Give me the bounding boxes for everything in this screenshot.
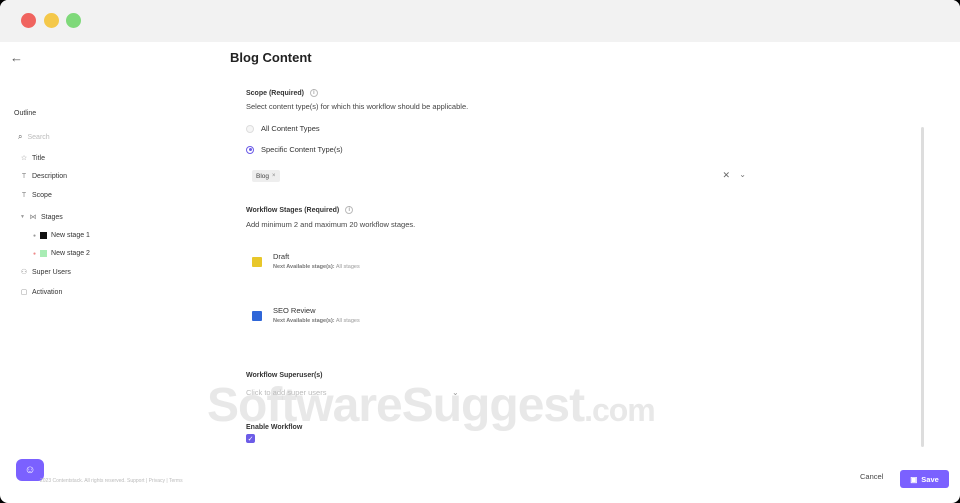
chat-bot-icon: ☺ bbox=[24, 464, 36, 476]
footer-note: 2023 Contentstack. All rights reserved. … bbox=[40, 478, 183, 484]
scrollbar[interactable] bbox=[921, 127, 924, 447]
stage-next-available: Next Available stage(s): All stages bbox=[273, 318, 360, 324]
page-title: Blog Content bbox=[230, 50, 312, 65]
stage-name: Draft bbox=[273, 252, 290, 261]
outline-item-super-users[interactable]: ⚇ Super Users bbox=[20, 268, 71, 277]
outline-search-input[interactable]: Search bbox=[27, 134, 49, 141]
stage-color-swatch[interactable] bbox=[252, 311, 262, 321]
star-icon: ☆ bbox=[20, 155, 28, 162]
stage-color-swatch bbox=[40, 232, 48, 239]
search-icon: ⌕ bbox=[18, 132, 23, 141]
info-icon[interactable]: i bbox=[345, 206, 354, 214]
stage-name: SEO Review bbox=[273, 306, 316, 315]
back-arrow-icon[interactable]: ← bbox=[10, 50, 23, 65]
window-titlebar bbox=[0, 0, 960, 42]
save-icon: ▣ bbox=[910, 474, 918, 484]
text-icon: T bbox=[21, 192, 27, 199]
stages-label: Workflow Stages (Required) i bbox=[246, 206, 354, 214]
info-icon[interactable]: i bbox=[309, 89, 318, 97]
stage-card-draft[interactable]: Draft Next Available stage(s): All stage… bbox=[246, 252, 496, 282]
radio-button[interactable] bbox=[246, 124, 254, 133]
radio-all-content-types[interactable]: All Content Types bbox=[246, 124, 320, 133]
outline-search[interactable]: ⌕ Search bbox=[18, 130, 188, 144]
outline-item-new-stage-1[interactable]: ● New stage 1 bbox=[33, 232, 90, 239]
bullet-icon: ● bbox=[33, 232, 37, 239]
close-window-button[interactable] bbox=[21, 13, 36, 28]
maximize-window-button[interactable] bbox=[66, 13, 81, 28]
stage-color-swatch bbox=[40, 250, 48, 257]
tag-remove-icon[interactable]: × bbox=[272, 173, 276, 179]
scope-helper-text: Select content type(s) for which this wo… bbox=[246, 102, 469, 111]
text-icon: T bbox=[21, 173, 27, 180]
stage-next-available: Next Available stage(s): All stages bbox=[273, 264, 360, 270]
users-icon: ⚇ bbox=[20, 269, 28, 276]
save-button[interactable]: ▣ Save bbox=[900, 470, 949, 488]
chevron-down-icon[interactable]: ⌄ bbox=[739, 170, 746, 179]
clear-icon[interactable]: ✕ bbox=[722, 170, 730, 181]
cancel-button[interactable]: Cancel bbox=[860, 472, 883, 481]
toggle-icon: ▢ bbox=[20, 289, 28, 296]
outline-item-stages[interactable]: ▼ ⋈ Stages bbox=[20, 213, 63, 222]
caret-down-icon[interactable]: ▼ bbox=[20, 214, 25, 220]
outline-item-activation[interactable]: ▢ Activation bbox=[20, 288, 63, 297]
radio-specific-content-types[interactable]: Specific Content Type(s) bbox=[246, 145, 343, 154]
minimize-window-button[interactable] bbox=[44, 13, 59, 28]
app-window: ← Blog Content Outline ⌕ Search ☆ Title … bbox=[0, 0, 960, 503]
outline-item-scope[interactable]: T Scope bbox=[20, 192, 52, 199]
scope-label: Scope (Required) i bbox=[246, 89, 318, 97]
content-type-tag: Blog × bbox=[252, 170, 280, 182]
watermark: SoftwareSuggest.com bbox=[207, 379, 656, 432]
stages-helper-text: Add minimum 2 and maximum 20 workflow st… bbox=[246, 220, 416, 229]
stages-icon: ⋈ bbox=[29, 214, 37, 221]
content-type-select[interactable]: Blog × ✕ ⌄ bbox=[246, 167, 748, 185]
outline-item-new-stage-2[interactable]: ● New stage 2 bbox=[33, 250, 90, 257]
outline-item-title[interactable]: ☆ Title bbox=[20, 154, 45, 163]
outline-item-description[interactable]: T Description bbox=[20, 173, 67, 180]
enable-workflow-checkbox[interactable]: ✓ bbox=[246, 434, 255, 443]
radio-button-checked[interactable] bbox=[246, 145, 254, 154]
stage-card-seo-review[interactable]: SEO Review Next Available stage(s): All … bbox=[246, 306, 496, 336]
bullet-icon: ● bbox=[33, 250, 37, 257]
outline-title: Outline bbox=[14, 110, 37, 117]
stage-color-swatch[interactable] bbox=[252, 257, 262, 267]
